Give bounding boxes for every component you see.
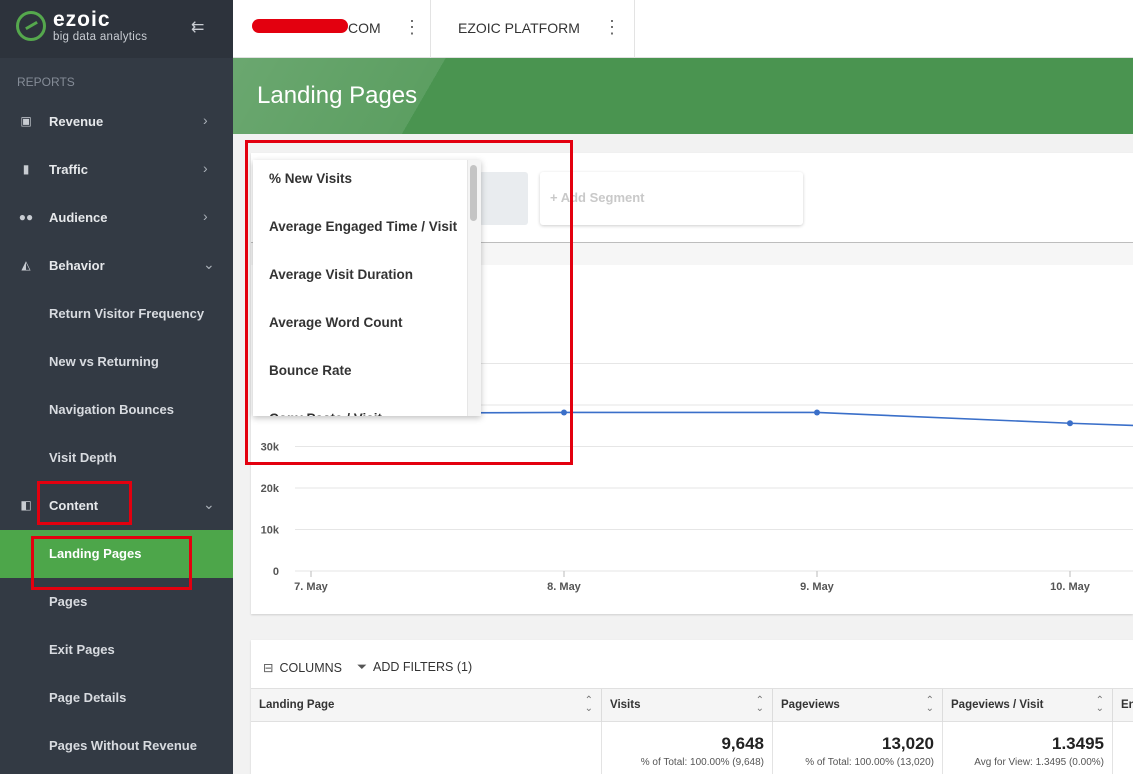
chevron-right-icon: ›: [203, 208, 208, 224]
sidebar-item-audience[interactable]: ●● Audience ›: [0, 194, 233, 242]
sidebar-item-behavior[interactable]: ◭ Behavior ⌄: [0, 242, 233, 290]
column-title: En: [1121, 699, 1133, 711]
platform-tab[interactable]: EZOIC PLATFORM ⋮: [431, 0, 635, 58]
sidebar-item-label: Exit Pages: [49, 642, 115, 657]
annotation-box-dropdown: [245, 140, 573, 465]
sidebar-item-navigation-bounces[interactable]: Navigation Bounces: [0, 386, 233, 434]
sidebar-item-pages-without-revenue[interactable]: Pages Without Revenue: [0, 722, 233, 770]
x-tick-label: 10. May: [1050, 581, 1091, 593]
data-point: [814, 409, 820, 416]
sidebar-item-label: Navigation Bounces: [49, 402, 174, 417]
sidebar-item-label: Revenue: [49, 114, 104, 129]
brand-header: ezoic big data analytics ⇇: [0, 0, 233, 58]
columns-button[interactable]: ⊟ COLUMNS: [263, 660, 342, 675]
y-tick-label: 20k: [261, 483, 280, 495]
table-header: Landing Page ⌃ ⌄ Visits ⌃ ⌄ Pageviews ⌃ ⌄ P…: [251, 688, 1133, 723]
total-value: 13,020: [882, 734, 934, 753]
total-percent: % of Total: 100.00% (9,648): [640, 757, 764, 768]
filter-icon: ⏷: [357, 660, 368, 674]
sidebar-item-label: Return Visitor Frequency: [49, 306, 205, 321]
add-segment-button[interactable]: + Add Segment: [540, 172, 803, 225]
chevron-right-icon: ›: [203, 160, 208, 176]
redacted-site-name: [252, 19, 348, 33]
content-icon: ◧: [20, 498, 32, 512]
sidebar-item-new-vs-returning[interactable]: New vs Returning: [0, 338, 233, 386]
x-tick-label: 7. May: [294, 581, 329, 593]
sidebar: ezoic big data analytics ⇇ REPORTS ▣ Rev…: [0, 0, 233, 774]
total-value: 9,648: [721, 734, 764, 753]
more-vert-icon[interactable]: ⋮: [603, 17, 621, 37]
x-tick-label: 9. May: [800, 581, 835, 593]
sort-icon[interactable]: ⌃ ⌄: [1096, 696, 1104, 714]
sidebar-item-revenue[interactable]: ▣ Revenue ›: [0, 98, 233, 146]
people-icon: ●●: [18, 210, 34, 224]
page-header-banner: Landing Pages: [233, 58, 1133, 134]
annotation-box-landing-pages: [31, 536, 192, 590]
sidebar-item-return-visitor-frequency[interactable]: Return Visitor Frequency: [0, 290, 233, 338]
brand-name: ezoic: [53, 8, 111, 31]
page-title: Landing Pages: [257, 82, 418, 109]
chart-area-icon: ◭: [21, 258, 31, 272]
columns-icon: ⊟: [263, 661, 274, 675]
annotation-box-content: [37, 481, 132, 525]
table-card: ⊟ COLUMNS ⏷ ADD FILTERS (1) Landing Page ⌃…: [251, 640, 1133, 774]
sidebar-item-label: Behavior: [49, 258, 105, 273]
site-selector-tab[interactable]: COM ⋮: [233, 0, 431, 58]
column-header-visits[interactable]: Visits ⌃ ⌄: [602, 689, 773, 723]
total-percent: % of Total: 100.00% (13,020): [805, 757, 934, 768]
sidebar-item-label: Pages: [49, 594, 88, 609]
total-value: 1.3495: [1052, 734, 1104, 753]
reports-section-title: REPORTS: [17, 75, 75, 89]
total-percent: Avg for View: 1.3495 (0.00%): [974, 757, 1104, 768]
column-title: Visits: [610, 699, 641, 711]
add-filters-label: ADD FILTERS (1): [373, 660, 473, 674]
sort-icon[interactable]: ⌃ ⌄: [585, 696, 593, 714]
add-filters-button[interactable]: ⏷ ADD FILTERS (1): [357, 660, 472, 675]
sidebar-item-exit-pages[interactable]: Exit Pages: [0, 626, 233, 674]
sidebar-item-label: Pages Without Revenue: [49, 738, 197, 753]
brand-tagline: big data analytics: [53, 31, 148, 43]
x-tick-label: 8. May: [547, 581, 582, 593]
chevron-down-icon: ⌄: [203, 256, 215, 272]
data-point: [1067, 420, 1073, 427]
sidebar-item-label: Audience: [49, 210, 108, 225]
platform-label: EZOIC PLATFORM: [458, 20, 580, 36]
chevron-down-icon: ⌄: [203, 496, 215, 512]
y-tick-label: 10k: [261, 525, 280, 537]
sidebar-item-visit-depth[interactable]: Visit Depth: [0, 434, 233, 482]
collapse-sidebar-icon[interactable]: ⇇: [191, 17, 204, 37]
site-domain-suffix: COM: [348, 20, 381, 36]
column-header-pageviews-per-visit[interactable]: Pageviews / Visit ⌃ ⌄: [943, 689, 1113, 723]
column-title: Pageviews: [781, 699, 840, 711]
sidebar-item-label: New vs Returning: [49, 354, 159, 369]
columns-label: COLUMNS: [279, 661, 342, 675]
sort-icon[interactable]: ⌃ ⌄: [756, 696, 764, 714]
column-header-pageviews[interactable]: Pageviews ⌃ ⌄: [773, 689, 943, 723]
totals-cell-pageviews: 13,020 % of Total: 100.00% (13,020): [773, 722, 943, 774]
top-bar: COM ⋮ EZOIC PLATFORM ⋮: [233, 0, 1133, 58]
sidebar-item-label: Visit Depth: [49, 450, 117, 465]
column-header-partial[interactable]: En: [1113, 689, 1133, 723]
sidebar-item-label: Traffic: [49, 162, 89, 177]
sidebar-item-page-details[interactable]: Page Details: [0, 674, 233, 722]
column-title: Pageviews / Visit: [951, 699, 1044, 711]
totals-cell-visits: 9,648 % of Total: 100.00% (9,648): [602, 722, 773, 774]
sort-icon[interactable]: ⌃ ⌄: [926, 696, 934, 714]
totals-cell-landing-page: [251, 722, 602, 774]
column-header-landing-page[interactable]: Landing Page ⌃ ⌄: [251, 689, 602, 723]
totals-cell-pageviews-per-visit: 1.3495 Avg for View: 1.3495 (0.00%): [943, 722, 1113, 774]
money-icon: ▣: [20, 114, 32, 128]
y-tick-label: 0: [273, 566, 279, 578]
sidebar-item-label: Page Details: [49, 690, 127, 705]
more-vert-icon[interactable]: ⋮: [403, 17, 421, 37]
chevron-right-icon: ›: [203, 112, 208, 128]
sidebar-item-traffic[interactable]: ▮ Traffic ›: [0, 146, 233, 194]
traffic-icon: ▮: [22, 162, 30, 176]
ezoic-logo-icon: [16, 11, 46, 41]
column-title: Landing Page: [259, 699, 335, 711]
